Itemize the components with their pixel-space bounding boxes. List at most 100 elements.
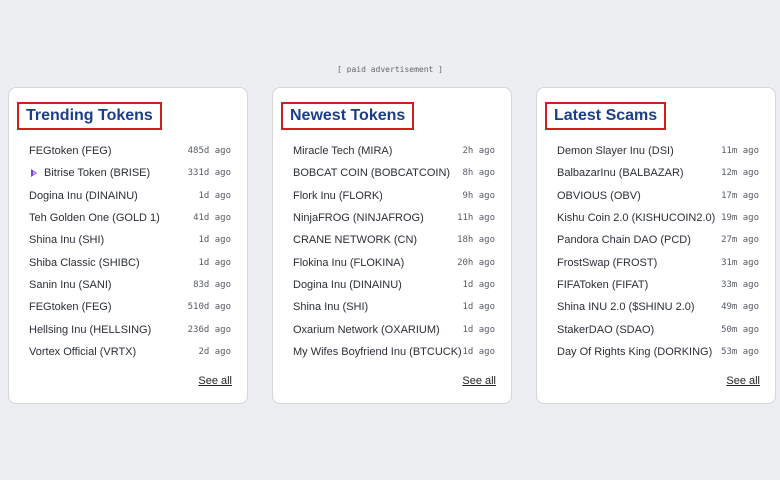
newest-tokens-list: Miracle Tech (MIRA) 2h ago BOBCAT COIN (B… — [293, 140, 495, 363]
newest-tokens-card: Newest Tokens Miracle Tech (MIRA) 2h ago … — [272, 87, 512, 404]
scams-see-all-link[interactable]: See all — [726, 375, 760, 387]
token-age: 12m ago — [721, 168, 759, 179]
token-name[interactable]: Shina INU 2.0 ($SHINU 2.0) — [557, 301, 695, 313]
list-item[interactable]: Shina INU 2.0 ($SHINU 2.0) 49m ago — [557, 296, 759, 318]
token-name-text: Bitrise Token (BRISE) — [44, 167, 151, 180]
list-item[interactable]: My Wifes Boyfriend Inu (BTCUCK) 1d ago — [293, 341, 495, 363]
list-item[interactable]: Teh Golden One (GOLD 1) 41d ago — [29, 207, 231, 229]
paid-advertisement-label: [ paid advertisement ] — [337, 65, 443, 73]
list-item[interactable]: Pandora Chain DAO (PCD) 27m ago — [557, 229, 759, 251]
list-item[interactable]: FEGtoken (FEG) 510d ago — [29, 296, 231, 318]
trending-see-all-link[interactable]: See all — [198, 375, 232, 387]
trending-tokens-card: Trending Tokens FEGtoken (FEG) 485d ago B… — [8, 87, 248, 404]
token-name[interactable]: Pandora Chain DAO (PCD) — [557, 234, 691, 246]
token-name[interactable]: CRANE NETWORK (CN) — [293, 234, 417, 246]
token-age: 17m ago — [721, 190, 759, 201]
token-age: 11m ago — [721, 146, 759, 157]
list-item[interactable]: FEGtoken (FEG) 485d ago — [29, 140, 231, 162]
token-age: 1d ago — [198, 235, 231, 246]
list-item[interactable]: BOBCAT COIN (BOBCATCOIN) 8h ago — [293, 162, 495, 184]
token-age: 510d ago — [187, 302, 231, 313]
token-age: 49m ago — [721, 302, 759, 313]
token-age: 485d ago — [187, 146, 231, 157]
list-item[interactable]: Miracle Tech (MIRA) 2h ago — [293, 140, 495, 162]
token-age: 83d ago — [193, 279, 231, 290]
latest-scams-card: Latest Scams Demon Slayer Inu (DSI) 11m a… — [536, 87, 776, 404]
token-name[interactable]: FEGtoken (FEG) — [29, 301, 112, 313]
token-age: 20h ago — [457, 257, 495, 268]
token-age: 1d ago — [198, 257, 231, 268]
token-age: 27m ago — [721, 235, 759, 246]
list-item[interactable]: Vortex Official (VRTX) 2d ago — [29, 341, 231, 363]
token-name[interactable]: BOBCAT COIN (BOBCATCOIN) — [293, 167, 450, 179]
token-name[interactable]: Miracle Tech (MIRA) — [293, 145, 392, 157]
token-name[interactable]: Kishu Coin 2.0 (KISHUCOIN2.0) — [557, 212, 715, 224]
list-item[interactable]: StakerDAO (SDAO) 50m ago — [557, 318, 759, 340]
token-age: 1d ago — [462, 346, 495, 357]
token-name[interactable]: FrostSwap (FROST) — [557, 257, 657, 269]
token-name[interactable]: Demon Slayer Inu (DSI) — [557, 145, 674, 157]
token-name[interactable]: FEGtoken (FEG) — [29, 145, 112, 157]
token-name[interactable]: Teh Golden One (GOLD 1) — [29, 212, 160, 224]
token-name[interactable]: Shina Inu (SHI) — [293, 301, 368, 313]
list-item[interactable]: Hellsing Inu (HELLSING) 236d ago — [29, 318, 231, 340]
bitrise-logo-icon — [31, 169, 37, 178]
token-age: 53m ago — [721, 346, 759, 357]
list-item[interactable]: Bitrise Token (BRISE) 331d ago — [29, 162, 231, 184]
list-item[interactable]: FIFAToken (FIFAT) 33m ago — [557, 274, 759, 296]
token-age: 11h ago — [457, 213, 495, 224]
token-name[interactable]: Dogina Inu (DINAINU) — [29, 190, 138, 202]
token-age: 1d ago — [462, 302, 495, 313]
token-name[interactable]: Sanin Inu (SANI) — [29, 279, 112, 291]
list-item[interactable]: Shina Inu (SHI) 1d ago — [293, 296, 495, 318]
token-name[interactable]: My Wifes Boyfriend Inu (BTCUCK) — [293, 346, 462, 358]
list-item[interactable]: Kishu Coin 2.0 (KISHUCOIN2.0) 19m ago — [557, 207, 759, 229]
list-item[interactable]: BalbazarInu (BALBAZAR) 12m ago — [557, 162, 759, 184]
token-name[interactable]: Shiba Classic (SHIBC) — [29, 257, 140, 269]
token-name[interactable]: OBVIOUS (OBV) — [557, 190, 641, 202]
token-age: 31m ago — [721, 257, 759, 268]
token-name[interactable]: Flokina Inu (FLOKINA) — [293, 257, 404, 269]
token-age: 331d ago — [187, 168, 231, 179]
list-item[interactable]: Shiba Classic (SHIBC) 1d ago — [29, 251, 231, 273]
token-age: 1d ago — [198, 190, 231, 201]
newest-see-all-link[interactable]: See all — [462, 375, 496, 387]
token-name[interactable]: Vortex Official (VRTX) — [29, 346, 136, 358]
token-age: 8h ago — [462, 168, 495, 179]
list-item[interactable]: NinjaFROG (NINJAFROG) 11h ago — [293, 207, 495, 229]
token-name[interactable]: Flork Inu (FLORK) — [293, 190, 383, 202]
list-item[interactable]: Oxarium Network (OXARIUM) 1d ago — [293, 318, 495, 340]
token-name[interactable]: Shina Inu (SHI) — [29, 234, 104, 246]
list-item[interactable]: Day Of Rights King (DORKING) 53m ago — [557, 341, 759, 363]
list-item[interactable]: Flork Inu (FLORK) 9h ago — [293, 185, 495, 207]
list-item[interactable]: Sanin Inu (SANI) 83d ago — [29, 274, 231, 296]
list-item[interactable]: Demon Slayer Inu (DSI) 11m ago — [557, 140, 759, 162]
token-age: 236d ago — [187, 324, 231, 335]
list-item[interactable]: Shina Inu (SHI) 1d ago — [29, 229, 231, 251]
list-item[interactable]: OBVIOUS (OBV) 17m ago — [557, 185, 759, 207]
token-name[interactable]: Oxarium Network (OXARIUM) — [293, 324, 440, 336]
token-age: 33m ago — [721, 279, 759, 290]
token-name[interactable]: StakerDAO (SDAO) — [557, 324, 654, 336]
trending-tokens-title: Trending Tokens — [17, 102, 162, 130]
list-item[interactable]: Flokina Inu (FLOKINA) 20h ago — [293, 251, 495, 273]
token-name[interactable]: Day Of Rights King (DORKING) — [557, 346, 712, 358]
token-age: 9h ago — [462, 190, 495, 201]
token-name[interactable]: NinjaFROG (NINJAFROG) — [293, 212, 424, 224]
token-name-with-icon[interactable]: Bitrise Token (BRISE) — [29, 167, 150, 179]
token-age: 18h ago — [457, 235, 495, 246]
token-name[interactable]: Dogina Inu (DINAINU) — [293, 279, 402, 291]
token-name[interactable]: Hellsing Inu (HELLSING) — [29, 324, 151, 336]
list-item[interactable]: FrostSwap (FROST) 31m ago — [557, 251, 759, 273]
token-age: 41d ago — [193, 213, 231, 224]
list-item[interactable]: Dogina Inu (DINAINU) 1d ago — [29, 185, 231, 207]
token-name[interactable]: BalbazarInu (BALBAZAR) — [557, 167, 684, 179]
token-age: 1d ago — [462, 324, 495, 335]
list-item[interactable]: CRANE NETWORK (CN) 18h ago — [293, 229, 495, 251]
token-name[interactable]: FIFAToken (FIFAT) — [557, 279, 648, 291]
token-age: 2h ago — [462, 146, 495, 157]
trending-tokens-list: FEGtoken (FEG) 485d ago Bitrise Token (BR… — [29, 140, 231, 363]
latest-scams-title: Latest Scams — [545, 102, 667, 130]
newest-tokens-title: Newest Tokens — [281, 102, 415, 130]
list-item[interactable]: Dogina Inu (DINAINU) 1d ago — [293, 274, 495, 296]
